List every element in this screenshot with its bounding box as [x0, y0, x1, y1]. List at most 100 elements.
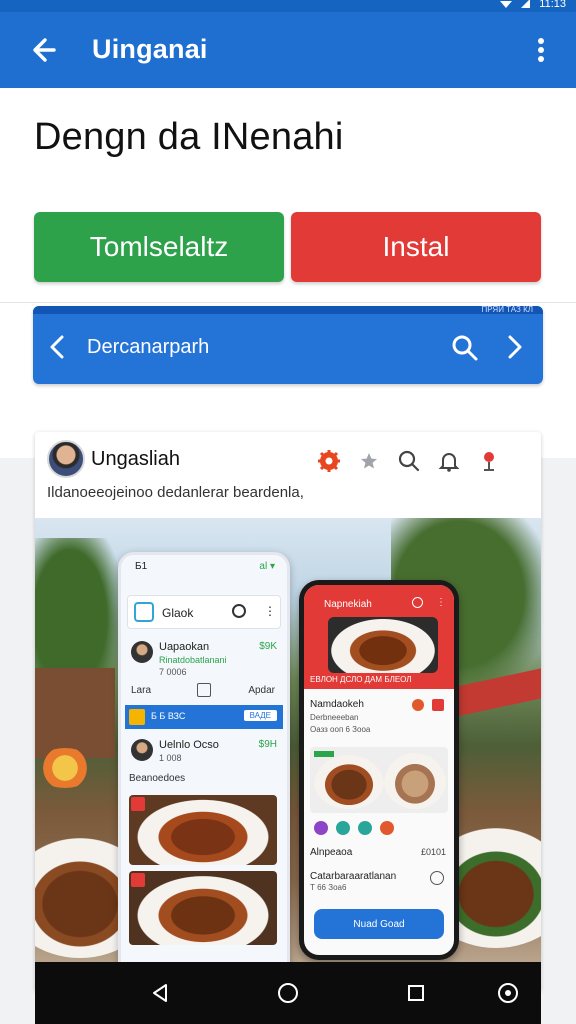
- section-title: Beanoedoes: [129, 773, 186, 784]
- search-icon: [232, 604, 246, 618]
- checkbox-icon: [197, 683, 211, 697]
- status-icons: 11:13: [499, 0, 566, 10]
- item-sub: Derbneeeban: [310, 713, 359, 722]
- app-logo-icon: [134, 602, 154, 622]
- app-card[interactable]: Ungasliah Ildanoeeojeinoo dedanlerar bea…: [35, 432, 541, 992]
- nav-recents-icon[interactable]: [401, 978, 431, 1008]
- search-icon: [412, 597, 423, 608]
- badge: [131, 873, 145, 887]
- green-chip: [314, 751, 334, 757]
- item-title: Catarbaraaratlanan: [310, 871, 397, 882]
- search-icon[interactable]: [451, 334, 479, 362]
- bluebar-text: Б Б ВЗС: [151, 711, 186, 721]
- bell-icon[interactable]: [435, 448, 463, 474]
- list-item-name: Uelnlo Ocso: [159, 739, 219, 751]
- chevron-left-icon[interactable]: [47, 334, 69, 360]
- list-item-sub: Rinatdobatlanani: [159, 655, 227, 665]
- signal-icon: [521, 0, 531, 8]
- star-icon[interactable]: [355, 448, 383, 474]
- app-bar: Uinganai: [0, 12, 576, 88]
- install-button[interactable]: Instal: [291, 212, 541, 282]
- list-item-price: $9K: [259, 641, 277, 652]
- avatar: [131, 641, 153, 663]
- green-action-button[interactable]: Tomlselaltz: [34, 212, 284, 282]
- nav-assistant-icon[interactable]: [493, 978, 523, 1008]
- item-title: Alnpeaoa: [310, 847, 353, 858]
- food-image: [384, 753, 446, 809]
- chip-icon: [129, 709, 145, 725]
- list-item: Uelnlo Ocso $9H 1 008: [127, 735, 281, 769]
- category-icon: [314, 821, 328, 835]
- more-icon: ⋮: [436, 597, 446, 608]
- search-bar-text: Dercanarparh: [87, 336, 210, 358]
- search-icon[interactable]: [395, 448, 423, 474]
- more-options-icon[interactable]: [534, 34, 548, 66]
- item-price: £0101: [420, 847, 446, 857]
- search-bar-strip: ПРЯЙ ТАЗ КЛ: [33, 305, 543, 314]
- fruit-bowl: [35, 748, 95, 788]
- phone-header-sub: ЕВЛОН ДСЛО ДАМ БЛЕОЛ: [310, 675, 412, 684]
- house-left: [35, 668, 115, 758]
- heart-icon: [430, 871, 444, 885]
- badge: [131, 797, 145, 811]
- list-item-price: $9H: [258, 739, 277, 750]
- flower-icon: [412, 699, 424, 711]
- more-icon: ⋮: [264, 604, 276, 618]
- phone-mockup-left: Б1 al ▾ Glaok ⋮ Uapaokan $9K Rinatdobatl…: [118, 552, 290, 982]
- back-arrow-icon[interactable]: [28, 34, 64, 66]
- food-image: [328, 617, 438, 673]
- category-icons: [314, 821, 394, 835]
- strip-text: ПРЯЙ ТАЗ КЛ: [481, 305, 534, 314]
- phone-status-signal: al ▾: [259, 561, 275, 572]
- phone-blue-bar: Б Б ВЗС ВАДЕ: [125, 705, 283, 729]
- nav-back-icon[interactable]: [145, 978, 175, 1008]
- phone-search-label: Glaok: [162, 606, 194, 620]
- app-title: Uinganai: [92, 34, 208, 64]
- food-image: [314, 755, 384, 809]
- status-bar: 11:13: [0, 0, 576, 12]
- search-bar[interactable]: ПРЯЙ ТАЗ КЛ Dercanarparh: [33, 305, 543, 384]
- phone-screen: Napnekiah ⋮ ЕВЛОН ДСЛО ДАМ БЛЕОЛ Namdaok…: [304, 585, 454, 955]
- status-time: 11:13: [539, 0, 566, 10]
- phone-header-title: Napnekiah: [324, 599, 372, 610]
- screen: 11:13 Uinganai Dengn da INenahi Tomlsela…: [0, 0, 576, 1024]
- phone-status-time: Б1: [135, 561, 148, 572]
- bluebar-tag: ВАДЕ: [243, 710, 277, 721]
- food-image-row: [310, 747, 448, 813]
- promo-photo: Б1 al ▾ Glaok ⋮ Uapaokan $9K Rinatdobatl…: [35, 518, 541, 992]
- food-image: [129, 795, 277, 865]
- close-icon: [432, 699, 444, 711]
- category-icon: [380, 821, 394, 835]
- phone-header: Napnekiah ⋮ ЕВЛОН ДСЛО ДАМ БЛЕОЛ: [304, 585, 454, 689]
- list-item: Uapaokan $9K Rinatdobatlanani 7 0006: [127, 637, 281, 677]
- avatar: [131, 739, 153, 761]
- card-author-name: Ungasliah: [91, 448, 180, 470]
- navigation-bar: [35, 962, 541, 1024]
- category-icon: [336, 821, 350, 835]
- avatar: [47, 440, 85, 478]
- card-action-icons: [315, 448, 515, 474]
- list-item-sub: 1 008: [159, 753, 182, 763]
- phone-tabs: Lara Apdar: [127, 681, 281, 701]
- list-item-sub: 7 0006: [159, 667, 187, 677]
- gear-icon[interactable]: [315, 448, 343, 474]
- phone-status-bar: Б1 al ▾: [121, 555, 287, 579]
- page-heading: Dengn da INenahi: [34, 116, 344, 158]
- phone-cta-button: Nuad Goad: [314, 909, 444, 939]
- phone-search-bar: Glaok ⋮: [127, 595, 281, 629]
- food-image: [129, 871, 277, 945]
- item-sub: Т 66 Зоа6: [310, 883, 347, 892]
- card-description: Ildanoeeojeinoo dedanlerar beardenla,: [47, 484, 304, 501]
- category-icon: [358, 821, 372, 835]
- phone-mockup-right: Napnekiah ⋮ ЕВЛОН ДСЛО ДАМ БЛЕОЛ Namdaok…: [299, 580, 459, 960]
- tab-right: Apdar: [248, 685, 275, 696]
- location-pin-icon[interactable]: [475, 448, 503, 474]
- list-item-name: Uapaokan: [159, 641, 210, 653]
- nav-home-icon[interactable]: [273, 978, 303, 1008]
- chevron-right-icon[interactable]: [503, 334, 525, 360]
- item-sub: Оазз ооп 6 Зооа: [310, 725, 371, 734]
- tab-left: Lara: [131, 685, 152, 696]
- divider: [0, 302, 576, 303]
- item-title: Namdaokeh: [310, 699, 364, 710]
- wifi-icon: [500, 1, 513, 8]
